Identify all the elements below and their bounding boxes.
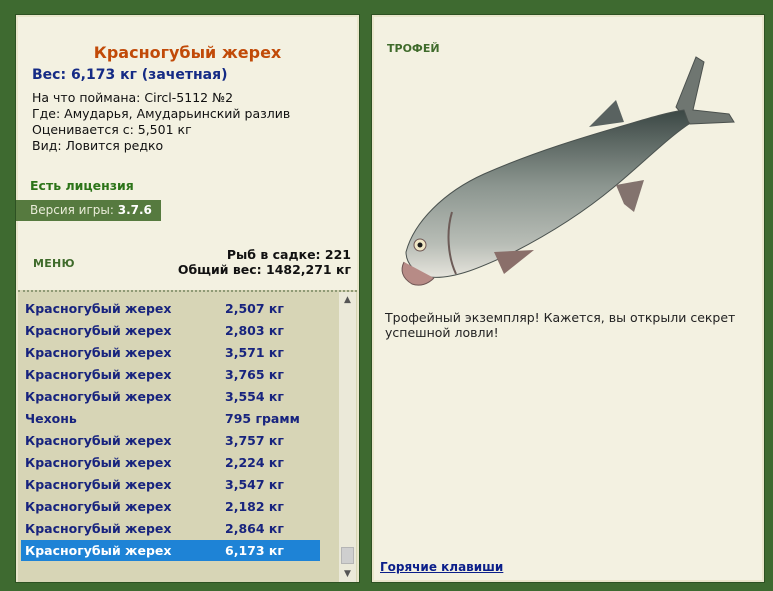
- catch-fish-weight: 3,547 кг: [225, 477, 284, 492]
- fish-weight: Вес: 6,173 кг (зачетная): [32, 67, 228, 83]
- catch-stats: Рыб в садке: 221 Общий вес: 1482,271 кг: [178, 247, 351, 277]
- catch-list-row[interactable]: Красногубый жерех 2,182 кг: [21, 496, 320, 517]
- catch-list-row[interactable]: Чехонь 795 грамм: [21, 408, 320, 429]
- valued-info: Оценивается с: 5,501 кг: [32, 122, 192, 137]
- catch-list-row[interactable]: Красногубый жерех 2,507 кг: [21, 298, 320, 319]
- catch-fish-weight: 2,803 кг: [225, 323, 284, 338]
- scroll-down-arrow-icon[interactable]: ▼: [339, 566, 356, 582]
- license-status: Есть лицензия: [30, 178, 134, 193]
- fish-info-panel: Красногубый жерех Вес: 6,173 кг (зачетна…: [15, 14, 360, 583]
- catch-fish-name: Красногубый жерех: [25, 367, 172, 382]
- catch-fish-weight: 3,571 кг: [225, 345, 284, 360]
- fish-title: Красногубый жерех: [93, 43, 282, 62]
- kind-info: Вид: Ловится редко: [32, 138, 164, 153]
- catch-fish-weight: 3,757 кг: [225, 433, 284, 448]
- catch-fish-name: Красногубый жерех: [25, 345, 172, 360]
- version-label: Версия игры:: [30, 203, 114, 217]
- catch-list-row[interactable]: Красногубый жерех 3,757 кг: [21, 430, 320, 451]
- catch-fish-name: Красногубый жерех: [25, 455, 172, 470]
- catch-fish-name: Красногубый жерех: [25, 323, 172, 338]
- catch-fish-weight: 2,224 кг: [225, 455, 284, 470]
- catch-fish-weight: 2,182 кг: [225, 499, 284, 514]
- catch-list[interactable]: Красногубый жерех 2,507 кг Красногубый жер…: [18, 290, 357, 582]
- trophy-panel: ТРОФЕЙ Трофейный экземпляр! Кажется, вы …: [371, 14, 765, 583]
- catch-list-row[interactable]: Красногубый жерех 2,224 кг: [21, 452, 320, 473]
- catch-fish-weight: 6,173 кг: [225, 543, 284, 558]
- catch-list-row[interactable]: Красногубый жерех 3,554 кг: [21, 386, 320, 407]
- version-value: 3.7.6: [117, 203, 152, 217]
- catch-fish-name: Красногубый жерех: [25, 543, 172, 558]
- catch-list-row[interactable]: Красногубый жерех 2,803 кг: [21, 320, 320, 341]
- version-badge: Версия игры: 3.7.6: [16, 200, 161, 221]
- bait-info: На что поймана: Circl-5112 №2: [32, 90, 234, 105]
- location-info: Где: Амударья, Амударьинский разлив: [32, 106, 291, 121]
- catch-list-scrollbar[interactable]: ▲ ▼: [339, 292, 356, 582]
- catch-list-row[interactable]: Красногубый жерех 3,571 кг: [21, 342, 320, 363]
- catch-fish-name: Красногубый жерех: [25, 477, 172, 492]
- total-weight: Общий вес: 1482,271 кг: [177, 262, 351, 277]
- scroll-thumb[interactable]: [341, 547, 354, 564]
- catch-list-row[interactable]: Красногубый жерех 2,864 кг: [21, 518, 320, 539]
- catch-fish-name: Красногубый жерех: [25, 389, 172, 404]
- catch-list-row[interactable]: Красногубый жерех 3,765 кг: [21, 364, 320, 385]
- scroll-up-arrow-icon[interactable]: ▲: [339, 292, 356, 308]
- menu-button[interactable]: МЕНЮ: [33, 257, 75, 270]
- catch-fish-name: Красногубый жерех: [25, 499, 172, 514]
- catch-fish-weight: 3,765 кг: [225, 367, 284, 382]
- hotkeys-link[interactable]: Горячие клавиши: [380, 560, 503, 574]
- catch-fish-name: Красногубый жерех: [25, 301, 172, 316]
- catch-fish-weight: 2,507 кг: [225, 301, 284, 316]
- catch-fish-name: Красногубый жерех: [25, 433, 172, 448]
- fish-image: [384, 52, 754, 306]
- catch-list-row[interactable]: Красногубый жерех 6,173 кг: [21, 540, 320, 561]
- fish-count: Рыб в садке: 221: [226, 247, 351, 262]
- catch-fish-name: Красногубый жерех: [25, 521, 172, 536]
- trophy-description: Трофейный экземпляр! Кажется, вы открыли…: [385, 310, 736, 340]
- catch-fish-weight: 3,554 кг: [225, 389, 284, 404]
- catch-fish-weight: 2,864 кг: [225, 521, 284, 536]
- catch-fish-weight: 795 грамм: [225, 411, 300, 426]
- catch-list-row[interactable]: Красногубый жерех 3,547 кг: [21, 474, 320, 495]
- catch-fish-name: Чехонь: [25, 411, 77, 426]
